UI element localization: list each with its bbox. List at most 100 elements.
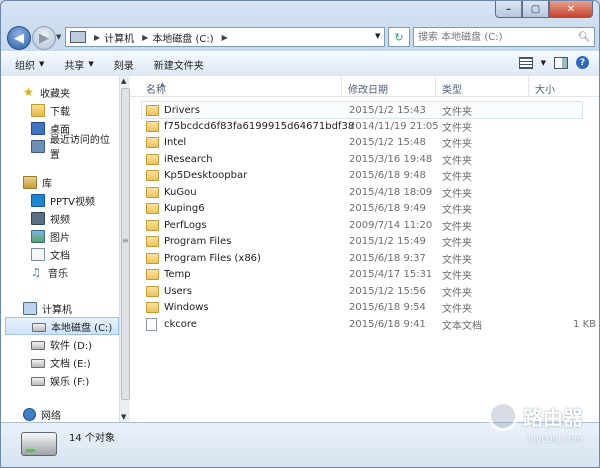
column-size[interactable]: 大小 <box>535 81 555 96</box>
file-date: 2015/3/16 19:48 <box>349 153 433 165</box>
nav-item-drive-e[interactable]: 文档 (E:) <box>31 354 91 370</box>
file-row[interactable]: PerfLogs 2009/7/14 11:20 文件夹 <box>142 217 582 233</box>
file-type: 文件夹 <box>442 303 472 315</box>
column-name[interactable]: 名称 <box>146 81 166 96</box>
navigation-pane: ★ 收藏夹 下载 桌面 最近访问的位置 库 PPTV视频 视频 图片 文档 ♫ 音乐 <box>1 76 119 422</box>
chevron-right-icon[interactable]: ▶ <box>142 33 148 42</box>
address-bar[interactable]: ▶ 计算机 ▶ 本地磁盘 (C:) ▶ <box>65 27 385 47</box>
file-row[interactable]: ckcore 2015/6/18 9:41 文本文档 1 KB <box>142 316 596 332</box>
file-row[interactable]: Drivers 2015/1/2 15:43 文件夹 <box>141 101 583 119</box>
library-icon <box>23 175 37 189</box>
nav-item-label: 文档 <box>50 250 70 262</box>
file-list: ▲ 名称 修改日期 类型 大小 Drivers 2015/1/2 15:43 文… <box>130 76 599 422</box>
folder-icon <box>146 136 159 148</box>
watermark-text: 路由器 <box>523 405 583 430</box>
toolbar-right: ▼ ? <box>511 56 589 69</box>
nav-item-recent[interactable]: 最近访问的位置 <box>31 135 119 161</box>
search-icon[interactable]: 🔍︎ <box>578 32 591 43</box>
view-options-icon[interactable] <box>518 56 533 69</box>
nav-network-label: 网络 <box>41 410 61 422</box>
close-button[interactable]: ✕ <box>549 1 593 18</box>
file-row[interactable]: Kp5Desktoopbar 2015/6/18 9:48 文件夹 <box>142 167 582 183</box>
nav-item-drive-d[interactable]: 软件 (D:) <box>31 336 92 352</box>
help-icon[interactable]: ? <box>576 56 589 69</box>
file-date: 2015/6/18 9:48 <box>349 169 426 181</box>
file-name: Kp5Desktoopbar <box>164 169 248 181</box>
nav-libraries[interactable]: 库 <box>23 174 52 190</box>
column-divider[interactable] <box>528 76 529 96</box>
file-row[interactable]: Temp 2015/4/17 15:31 文件夹 <box>142 266 582 282</box>
new-folder-label: 新建文件夹 <box>153 60 204 72</box>
forward-button[interactable]: ▶ <box>32 26 56 50</box>
nav-item-label: 本地磁盘 (C:) <box>51 322 113 334</box>
file-row[interactable]: Kuping6 2015/6/18 9:49 文件夹 <box>142 200 582 216</box>
file-date: 2014/11/19 21:05 <box>349 120 439 132</box>
column-type[interactable]: 类型 <box>442 81 462 96</box>
chevron-right-icon[interactable]: ▶ <box>222 33 228 42</box>
details-pane: 14 个对象 路由器 luyouqi.com <box>1 401 599 467</box>
drive-icon <box>31 341 45 350</box>
computer-icon <box>23 301 37 315</box>
file-name: iResearch <box>164 153 213 165</box>
folder-icon <box>146 301 159 313</box>
nav-item-documents[interactable]: 文档 <box>31 246 70 262</box>
preview-pane-icon[interactable] <box>554 56 568 69</box>
file-row[interactable]: KuGou 2015/4/18 18:09 文件夹 <box>142 184 582 200</box>
nav-item-pictures[interactable]: 图片 <box>31 228 70 244</box>
file-name: Temp <box>164 268 191 280</box>
text-file-icon <box>146 317 157 331</box>
view-dropdown-icon[interactable]: ▼ <box>541 59 546 67</box>
burn-button[interactable]: 刻录 <box>114 57 134 72</box>
column-date[interactable]: 修改日期 <box>348 81 388 96</box>
pptv-icon <box>31 193 45 207</box>
file-row[interactable]: Program Files 2015/1/2 15:49 文件夹 <box>142 233 582 249</box>
organize-menu[interactable]: 组织 ▼ <box>15 57 44 72</box>
column-divider[interactable] <box>341 76 342 96</box>
file-name: Windows <box>164 301 209 313</box>
chevron-down-icon: ▼ <box>39 60 45 68</box>
file-row[interactable]: iResearch 2015/3/16 19:48 文件夹 <box>142 151 582 167</box>
nav-item-label: 视频 <box>50 214 70 226</box>
nav-item-drive-f[interactable]: 娱乐 (F:) <box>31 372 89 388</box>
recent-pages-dropdown[interactable]: ▼ <box>56 33 61 41</box>
nav-scrollbar[interactable]: ▲ ≡ ▼ <box>119 76 130 422</box>
maximize-button[interactable]: ▢ <box>522 1 549 18</box>
scroll-down-icon[interactable]: ▼ <box>121 413 126 421</box>
search-input[interactable] <box>414 30 578 44</box>
scroll-up-icon[interactable]: ▲ <box>121 77 126 85</box>
nav-computer[interactable]: 计算机 <box>23 300 72 316</box>
desktop-icon <box>31 121 45 135</box>
nav-item-videos[interactable]: 视频 <box>31 210 70 226</box>
folder-icon <box>146 202 159 214</box>
new-folder-button[interactable]: 新建文件夹 <box>154 57 204 72</box>
file-date: 2015/1/2 15:56 <box>349 285 426 297</box>
breadcrumb-local-disk[interactable]: 本地磁盘 (C:) <box>152 30 213 45</box>
nav-item-music[interactable]: ♫ 音乐 <box>31 264 68 280</box>
nav-network[interactable]: 网络 <box>23 406 61 422</box>
drive-icon <box>32 323 46 332</box>
drive-icon <box>31 359 45 368</box>
folder-icon <box>146 153 159 165</box>
refresh-icon[interactable]: ↻ <box>388 27 410 47</box>
file-date: 2015/6/18 9:49 <box>349 202 426 214</box>
file-row[interactable]: Intel 2015/1/2 15:48 文件夹 <box>142 134 582 150</box>
nav-item-pptv[interactable]: PPTV视频 <box>31 192 95 208</box>
chevron-right-icon[interactable]: ▶ <box>94 33 100 42</box>
file-row[interactable]: f75bcdcd6f83fa6199915d64671bdf38 2014/11… <box>142 118 582 134</box>
recent-places-icon <box>31 139 45 153</box>
share-menu[interactable]: 共享 ▼ <box>64 57 93 72</box>
back-button[interactable]: ◀ <box>7 26 31 50</box>
file-date: 2015/4/17 15:31 <box>349 268 433 280</box>
file-type: 文本文档 <box>442 320 482 332</box>
address-history-dropdown[interactable]: ▼ <box>375 32 380 40</box>
file-row[interactable]: Program Files (x86) 2015/6/18 9:37 文件夹 <box>142 250 582 266</box>
breadcrumb-computer[interactable]: 计算机 <box>104 30 134 45</box>
nav-item-drive-c[interactable]: 本地磁盘 (C:) <box>5 317 119 335</box>
column-divider[interactable] <box>435 76 436 96</box>
nav-item-downloads[interactable]: 下载 <box>31 102 70 118</box>
file-row[interactable]: Users 2015/1/2 15:56 文件夹 <box>142 283 582 299</box>
minimize-button[interactable]: – <box>495 1 522 18</box>
nav-favorites[interactable]: ★ 收藏夹 <box>23 84 70 100</box>
file-row[interactable]: Windows 2015/6/18 9:54 文件夹 <box>142 299 582 315</box>
star-icon: ★ <box>23 85 34 99</box>
